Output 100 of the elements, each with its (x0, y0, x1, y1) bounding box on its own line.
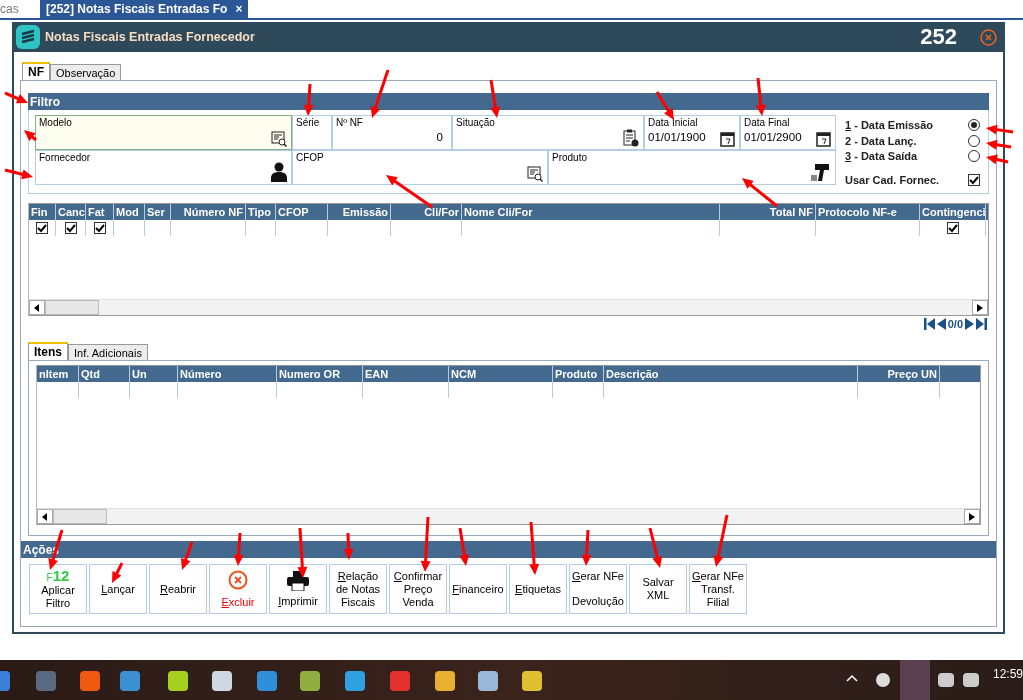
input-field[interactable]: Data Inicial 01/01/1900 (644, 115, 740, 150)
input-field[interactable]: Nº NF 0 (332, 115, 452, 150)
horizontal-scrollbar[interactable] (29, 299, 988, 315)
checkbox[interactable] (968, 174, 980, 187)
close-icon[interactable] (980, 28, 997, 46)
action-button[interactable]: Financeiro (449, 564, 507, 614)
radio-label: 3 - Data Saída (845, 150, 918, 163)
clipboard-icon[interactable] (623, 129, 639, 147)
action-button[interactable]: F12 Aplicar Filtro (29, 564, 87, 614)
app-icon[interactable] (435, 671, 455, 691)
scroll-right-icon[interactable] (977, 303, 983, 312)
search-icon[interactable] (527, 166, 543, 182)
person-icon[interactable] (271, 162, 287, 182)
app-logo-icon (16, 25, 40, 49)
column-header[interactable]: Cli/For (391, 204, 462, 220)
action-button[interactable]: Lançar (89, 564, 147, 614)
action-button[interactable]: Relação de Notas Fiscais (329, 564, 387, 614)
tab[interactable]: Observação (50, 64, 122, 80)
app-icon[interactable] (120, 671, 140, 691)
column-header[interactable]: Nome Cli/For (462, 204, 720, 220)
column-header[interactable]: Fat (86, 204, 114, 220)
column-header[interactable]: CFOP (276, 204, 328, 220)
column-header[interactable]: EAN (363, 366, 449, 382)
column-header[interactable]: Qtd (79, 366, 130, 382)
barcode-scanner-icon[interactable] (811, 162, 831, 182)
action-button[interactable]: Confirmar Preço Venda (389, 564, 447, 614)
app-icon[interactable] (212, 671, 232, 691)
scroll-thumb[interactable] (53, 509, 107, 524)
column-header[interactable]: Ser (145, 204, 171, 220)
radio-label: 1 - Data Emissão (845, 118, 934, 131)
printer-icon (287, 570, 309, 591)
delete-icon (228, 569, 248, 590)
first-page-icon[interactable] (923, 318, 935, 330)
next-page-icon[interactable] (965, 318, 974, 330)
column-header[interactable]: Número NF (171, 204, 246, 220)
app-icon[interactable] (300, 671, 320, 691)
close-icon[interactable]: × (235, 2, 243, 16)
action-button[interactable]: Gerar NFe Devolução (569, 564, 627, 614)
column-header[interactable]: NCM (449, 366, 553, 382)
action-button[interactable]: Excluir (209, 564, 267, 614)
radio-label: 2 - Data Lanç. (845, 134, 917, 147)
app-icon[interactable] (345, 671, 365, 691)
clock: 12:59 (992, 667, 1023, 681)
previous-page-icon[interactable] (936, 318, 946, 330)
search-icon[interactable] (271, 131, 287, 147)
column-header[interactable]: Tipo (246, 204, 276, 220)
window-title: Notas Fiscais Entradas Fornecedor (45, 30, 256, 44)
column-header[interactable]: Preço UN (858, 366, 940, 382)
column-header[interactable]: Protocolo NF-e (816, 204, 920, 220)
input-field[interactable]: Situação (452, 115, 644, 150)
column-header[interactable]: Número (178, 366, 277, 382)
checkbox[interactable] (946, 222, 959, 234)
app-icon[interactable] (168, 671, 188, 691)
action-button[interactable]: Gerar NFe Transf. Filial (689, 564, 747, 614)
column-header[interactable]: Canc (56, 204, 86, 220)
horizontal-scrollbar[interactable] (37, 508, 980, 524)
checkbox-label: Usar Cad. Fornec. (845, 174, 940, 187)
column-header[interactable]: Contingenci (920, 204, 986, 220)
input-field[interactable]: Modelo (35, 115, 292, 150)
checkbox[interactable] (93, 222, 106, 234)
column-header[interactable]: Numero OR (277, 366, 363, 382)
column-header[interactable]: Produto (553, 366, 604, 382)
last-page-icon[interactable] (976, 318, 987, 330)
column-header[interactable]: Mod (114, 204, 145, 220)
scroll-thumb[interactable] (45, 300, 99, 315)
app-icon[interactable] (80, 671, 100, 691)
action-button[interactable]: Imprimir (269, 564, 327, 614)
action-button[interactable]: Reabrir (149, 564, 207, 614)
app-tab[interactable]: [252] Notas Fiscais Entradas Fo × (40, 0, 248, 18)
calendar-icon[interactable] (720, 131, 735, 147)
app-icon[interactable] (522, 671, 542, 691)
window-number: 252 (920, 24, 957, 50)
input-field[interactable]: Produto (548, 150, 836, 185)
app-icon[interactable] (478, 671, 498, 691)
input-field[interactable]: CFOP (292, 150, 548, 185)
action-button[interactable]: Etiquetas (509, 564, 567, 614)
column-header[interactable]: Un (130, 366, 178, 382)
app-icon[interactable] (390, 671, 410, 691)
app-icon[interactable] (257, 671, 277, 691)
chevron-up-icon[interactable] (846, 674, 858, 682)
column-header[interactable]: Fin (29, 204, 56, 220)
tab[interactable]: Inf. Adicionais (68, 344, 148, 360)
column-header[interactable]: Emissão (328, 204, 391, 220)
column-header[interactable]: Descrição (604, 366, 858, 382)
input-field[interactable]: Data Final 01/01/2900 (740, 115, 836, 150)
checkbox[interactable] (36, 222, 48, 234)
input-field[interactable]: Série (292, 115, 332, 150)
column-header[interactable]: Total NF (720, 204, 816, 220)
scroll-left-icon[interactable] (34, 303, 40, 312)
tab[interactable]: Itens (28, 342, 68, 360)
scroll-right-icon[interactable] (969, 512, 975, 521)
column-header[interactable]: nItem (37, 366, 79, 382)
calendar-icon[interactable] (816, 131, 831, 147)
action-button[interactable]: Salvar XML (629, 564, 687, 614)
section-header: Filtro (28, 93, 989, 110)
page-counter: 0/0 (947, 318, 963, 330)
checkbox[interactable] (64, 222, 77, 234)
tab[interactable]: NF (22, 62, 50, 80)
scroll-left-icon[interactable] (42, 512, 48, 521)
input-field[interactable]: Fornecedor (35, 150, 292, 185)
